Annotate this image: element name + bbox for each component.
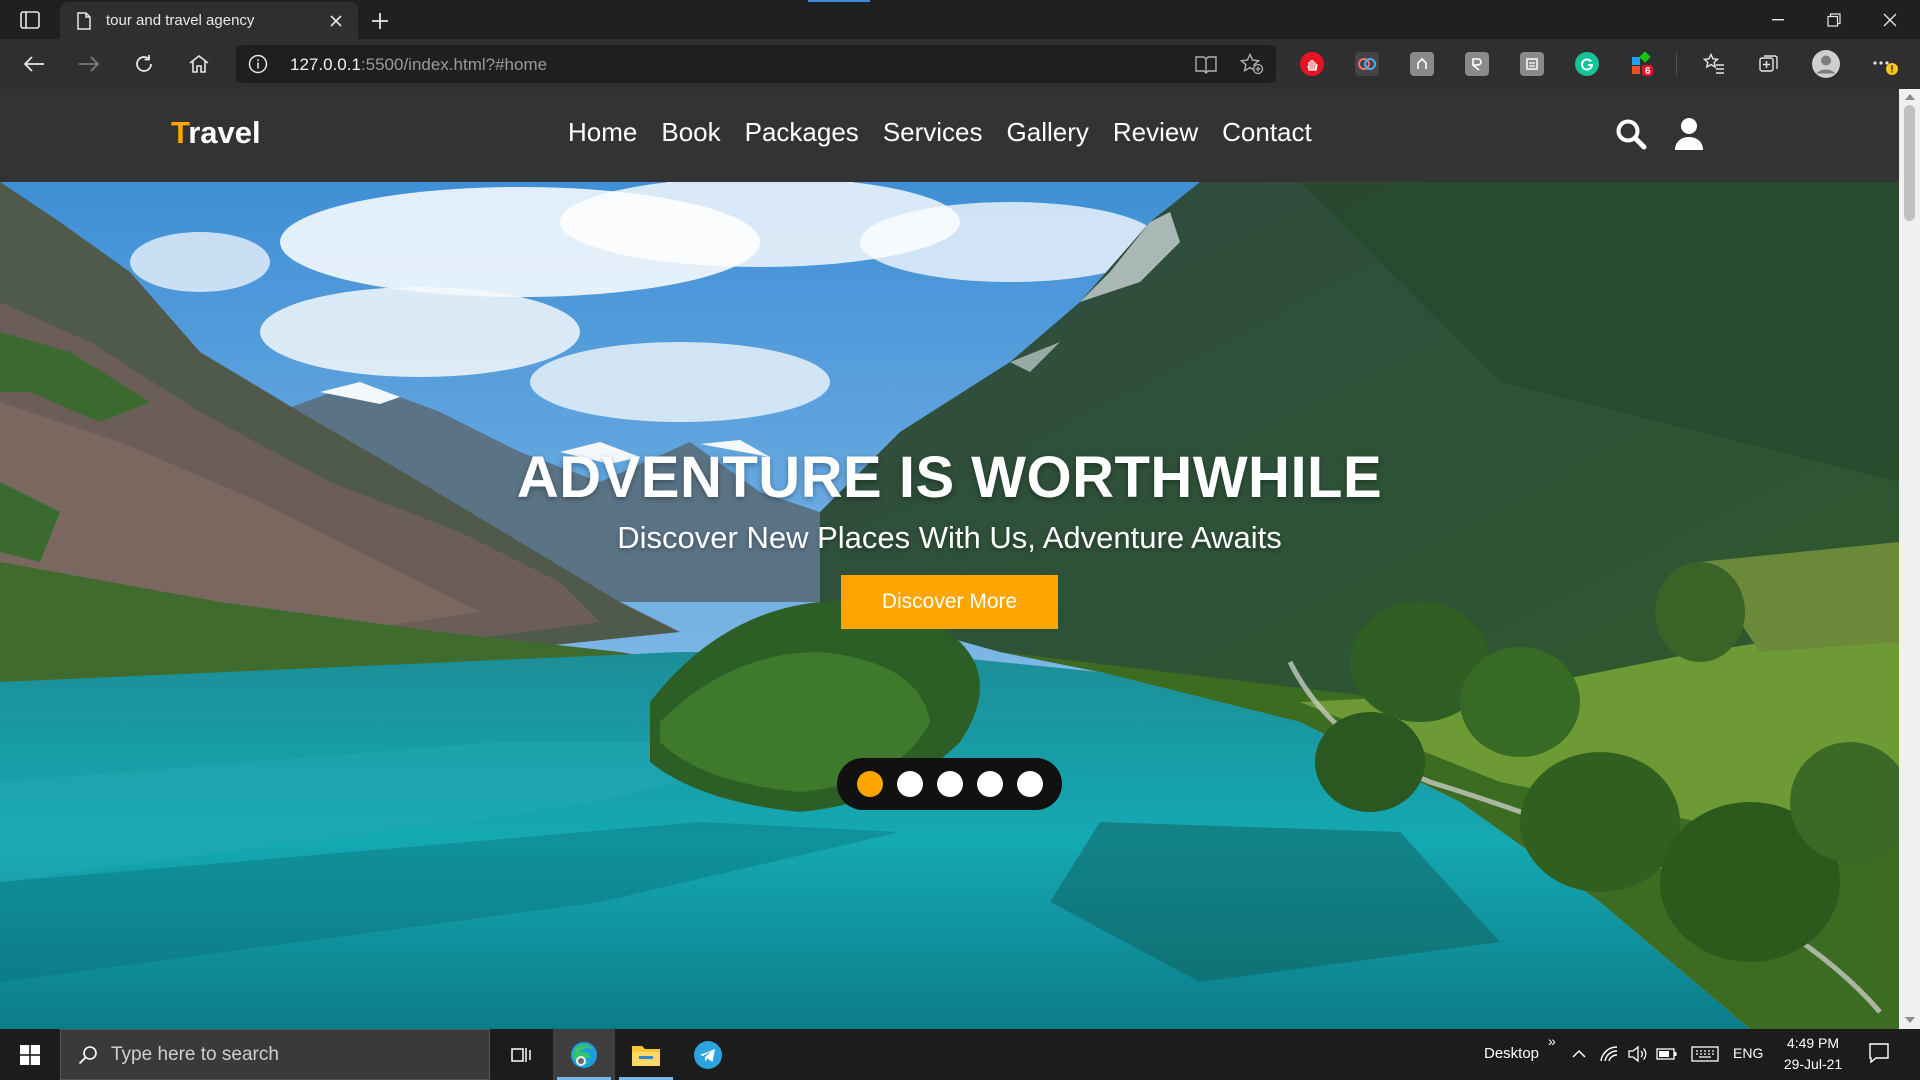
nav-review[interactable]: Review [1113,117,1198,148]
home-button[interactable] [181,47,217,81]
tab-title: tour and travel agency [106,12,255,29]
windows-taskbar: Type here to search Desktop » ENG 4:49 P… [0,1029,1920,1080]
restore-button[interactable] [1806,0,1862,39]
web-page: Travel Home Book Packages Services Galle… [0,89,1899,1029]
user-icon[interactable] [1671,116,1707,152]
page-icon [74,11,94,31]
page-scrollbar[interactable] [1899,89,1920,1029]
back-button[interactable] [16,47,52,81]
show-hidden-icons-chevron-up-icon[interactable] [1568,1043,1590,1065]
hero-banner: ADVENTURE IS WORTHWHILE Discover New Pla… [0,182,1899,1029]
site-logo[interactable]: Travel [171,115,261,151]
hero-subtitle: Discover New Places With Us, Adventure A… [617,520,1282,555]
toolbar-overflow-icon[interactable]: » [1548,1033,1556,1049]
clock-time[interactable]: 4:49 PM [1783,1035,1843,1051]
discover-more-button[interactable]: Discover More [841,575,1058,629]
site-header: Travel Home Book Packages Services Galle… [0,89,1899,182]
address-bar[interactable]: 127.0.0.1:5500/index.html?#home [236,45,1276,83]
slide-dot-1[interactable] [856,771,883,797]
site-info-icon[interactable] [248,54,268,74]
toolbar-divider [1676,53,1677,75]
desktop-toolbar-label[interactable]: Desktop [1484,1045,1539,1062]
browser-toolbar: 127.0.0.1:5500/index.html?#home 6 ! [0,39,1920,89]
browser-tab-bar: tour and travel agency [0,0,1920,39]
search-icon [75,1042,101,1068]
settings-more-icon[interactable]: ! [1866,47,1902,81]
new-tab-button[interactable] [366,7,394,35]
slider-controls [837,758,1062,810]
file-explorer-icon[interactable] [615,1029,677,1080]
volume-icon[interactable] [1626,1043,1648,1065]
close-window-button[interactable] [1862,0,1918,39]
clock-date[interactable]: 29-Jul-21 [1779,1056,1847,1072]
nav-packages[interactable]: Packages [745,117,859,148]
search-placeholder: Type here to search [111,1043,279,1065]
taskbar-search-box[interactable]: Type here to search [60,1029,490,1080]
slide-dot-2[interactable] [896,771,923,797]
tab-loading-indicator [808,0,870,2]
forward-button[interactable] [71,47,107,81]
slide-dot-4[interactable] [976,771,1003,797]
task-view-icon[interactable] [490,1029,552,1080]
keyboard-icon[interactable] [1690,1043,1720,1065]
slide-dot-5[interactable] [1016,771,1043,797]
notification-center-icon[interactable] [1868,1042,1890,1064]
browser-tab[interactable]: tour and travel agency [60,2,358,39]
slide-dot-3[interactable] [936,771,963,797]
colorful-extension-icon[interactable] [1355,52,1379,76]
hero-title: ADVENTURE IS WORTHWHILE [516,445,1383,510]
scroll-down-arrow[interactable] [1905,1017,1915,1023]
extension-icon-5[interactable] [1520,52,1544,76]
immersive-reader-icon[interactable] [1194,53,1218,75]
url-text: 127.0.0.1:5500/index.html?#home [290,55,548,74]
extension-icon-4[interactable] [1465,52,1489,76]
windows-start-button[interactable] [0,1029,60,1080]
nav-contact[interactable]: Contact [1222,117,1312,148]
nav-gallery[interactable]: Gallery [1007,117,1089,148]
scrollbar-thumb[interactable] [1904,105,1915,221]
add-favorite-icon[interactable] [1240,53,1264,75]
nav-services[interactable]: Services [883,117,983,148]
battery-icon[interactable] [1656,1043,1678,1065]
profile-avatar-icon[interactable] [1808,47,1844,81]
minimize-button[interactable] [1750,0,1806,39]
extension-puzzle-icon[interactable]: 6 [1630,52,1654,77]
close-tab-icon[interactable] [324,9,348,33]
collections-icon[interactable] [1751,47,1787,81]
tab-actions-icon[interactable] [14,8,46,32]
language-indicator[interactable]: ENG [1733,1045,1763,1061]
favorites-icon[interactable] [1696,47,1732,81]
telegram-icon[interactable] [677,1029,739,1080]
nav-book[interactable]: Book [661,117,720,148]
main-nav: Home Book Packages Services Gallery Revi… [568,117,1336,148]
nav-home[interactable]: Home [568,117,637,148]
wifi-icon[interactable] [1598,1043,1620,1065]
adblock-extension-icon[interactable] [1300,52,1324,76]
grammarly-icon[interactable] [1575,52,1599,76]
scroll-up-arrow[interactable] [1905,94,1915,100]
refresh-button[interactable] [126,47,162,81]
search-icon[interactable] [1613,116,1649,152]
extension-icon-3[interactable] [1410,52,1434,76]
svg-text:!: ! [1890,65,1893,76]
edge-taskbar-icon[interactable] [553,1029,615,1080]
extension-badge: 6 [1645,66,1651,77]
